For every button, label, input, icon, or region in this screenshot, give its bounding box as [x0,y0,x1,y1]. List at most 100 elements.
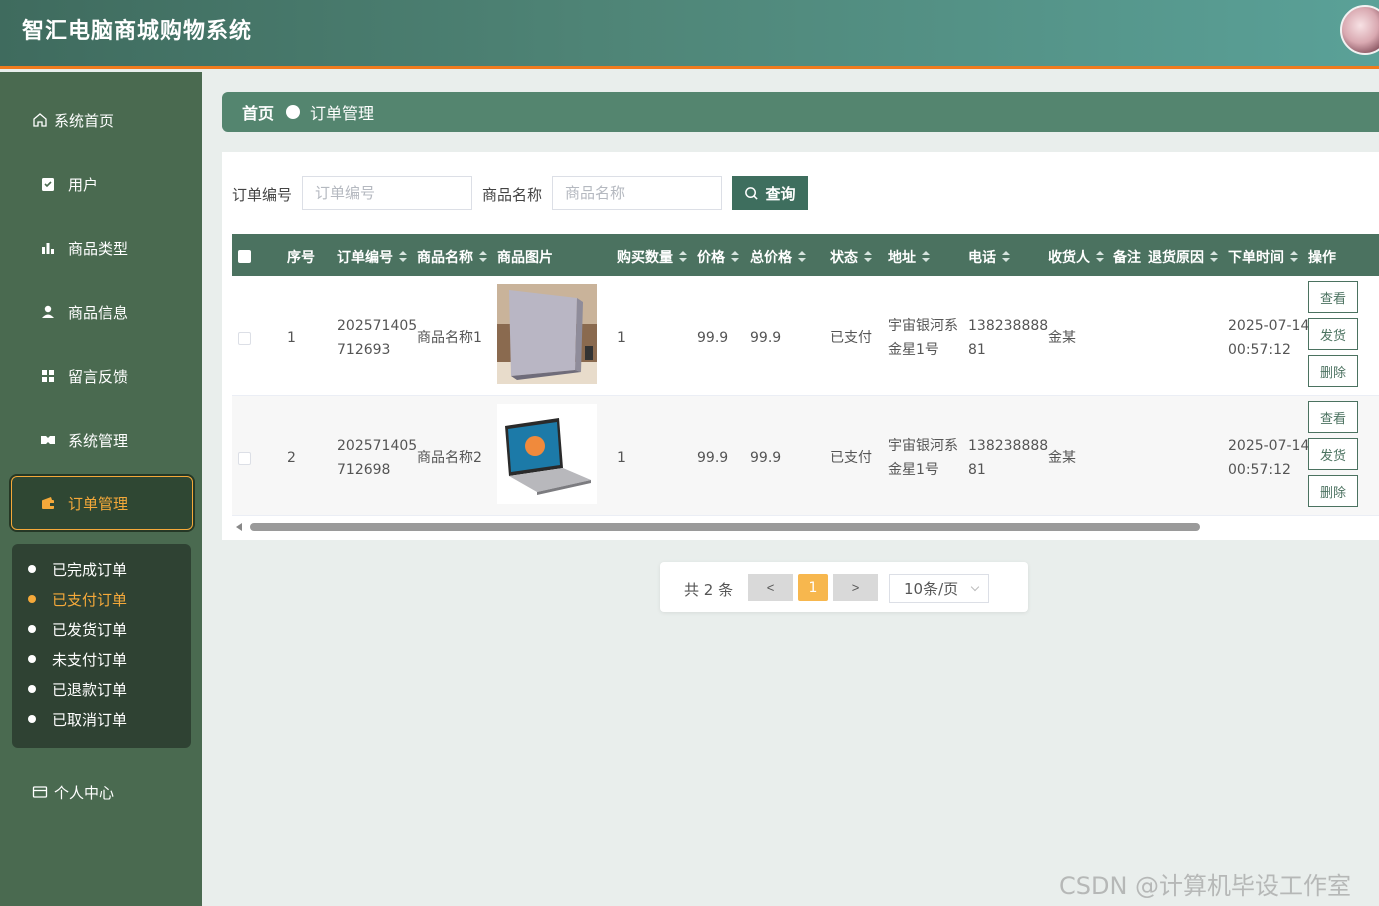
bullet-icon [28,595,36,603]
submenu-shipped-orders[interactable]: 已发货订单 [28,618,127,640]
pagination: 共 2 条 < 1 > 10条/页 [660,562,1028,612]
sidebar-item-label: 商品类型 [68,239,129,258]
sidebar-item-feedback[interactable]: 留言反馈 [0,356,202,396]
delete-button[interactable]: 删除 [1308,355,1358,387]
sidebar-item-label: 用户 [68,175,99,194]
cell-order-time: 2025-07-14 00:57:12 [1228,318,1310,358]
bullet-icon [28,565,36,573]
clipboard-icon [42,178,54,191]
chevron-down-icon [970,582,980,592]
cell-status: 已支付 [830,330,872,346]
cell-order-no: 202571405 712698 [337,438,418,478]
sort-icon [1002,251,1010,263]
submenu-cancelled-orders[interactable]: 已取消订单 [28,708,127,730]
row-checkbox[interactable] [238,452,251,465]
sort-icon [1096,251,1104,263]
bullet-icon [28,655,36,663]
search-button[interactable]: 查询 [732,176,808,210]
product-name-input[interactable] [552,176,722,210]
sidebar-item-label: 系统管理 [68,431,129,450]
sort-icon [1290,251,1298,263]
cell-receiver: 金某 [1048,330,1076,346]
total-count: 共 2 条 [684,581,734,599]
col-total[interactable]: 总价格 [750,247,806,267]
sidebar-item-profile[interactable]: 个人中心 [0,772,202,812]
cell-product-name: 商品名称2 [417,450,482,466]
col-return-reason[interactable]: 退货原因 [1148,247,1218,267]
cell-total: 99.9 [750,450,782,466]
sidebar-item-product-types[interactable]: 商品类型 [0,228,202,268]
sidebar-item-system[interactable]: 系统管理 [0,420,202,460]
col-address[interactable]: 地址 [888,247,930,267]
scrollbar-thumb[interactable] [250,523,1200,531]
col-status[interactable]: 状态 [830,247,872,267]
card-icon [32,786,48,798]
page-1-button[interactable]: 1 [798,574,828,601]
col-receiver[interactable]: 收货人 [1048,247,1104,267]
settings-icon [41,436,55,444]
submenu-refunded-orders[interactable]: 已退款订单 [28,678,127,700]
sidebar-item-products[interactable]: 商品信息 [0,292,202,332]
col-phone[interactable]: 电话 [968,247,1010,267]
page-size-select[interactable]: 10条/页 [889,574,989,603]
col-product-image: 商品图片 [497,250,553,266]
breadcrumb-current: 订单管理 [310,104,375,123]
prev-page-button[interactable]: < [748,574,793,601]
sort-icon [922,251,930,263]
sidebar-item-home[interactable]: 系统首页 [0,100,202,140]
submenu-completed-orders[interactable]: 已完成订单 [28,558,127,580]
user-icon [42,305,54,318]
orders-submenu: 已完成订单 已支付订单 已发货订单 未支付订单 已退款订单 已取消订单 [12,544,191,748]
cell-total: 99.9 [750,330,782,346]
table-row: 2 202571405 712698 商品名称2 1 99.9 99.9 已支付 … [232,396,1379,516]
avatar[interactable] [1340,5,1379,55]
cell-phone: 138238888 81 [968,318,1049,358]
cell-quantity: 1 [617,450,626,466]
cell-product-name: 商品名称1 [417,330,482,346]
cell-receiver: 金某 [1048,450,1076,466]
table-header: 序号 订单编号 商品名称 商品图片 购买数量 价格 总价格 状态 地址 电话 收… [232,234,1379,276]
sidebar-item-orders[interactable]: 订单管理 [11,476,193,530]
row-checkbox[interactable] [238,332,251,345]
ship-button[interactable]: 发货 [1308,318,1358,350]
product-image-laptop-open[interactable] [497,404,597,504]
bar-chart-icon [42,243,54,254]
search-icon [745,186,759,200]
col-product-name[interactable]: 商品名称 [417,247,487,267]
submenu-paid-orders[interactable]: 已支付订单 [28,588,127,610]
view-button[interactable]: 查看 [1308,401,1358,433]
col-actions: 操作 [1308,250,1336,266]
col-order-time[interactable]: 下单时间 [1228,247,1298,267]
select-all-checkbox[interactable] [238,250,251,263]
bullet-icon [28,685,36,693]
cell-phone: 138238888 81 [968,438,1049,478]
bullet-icon [28,715,36,723]
top-header: 智汇电脑商城购物系统 [0,0,1379,69]
col-price[interactable]: 价格 [697,247,739,267]
sort-icon [679,251,687,263]
scroll-left-icon[interactable] [236,523,242,531]
product-image-laptop-silver[interactable] [497,284,597,384]
breadcrumb: 首页 订单管理 [222,92,1379,132]
view-button[interactable]: 查看 [1308,281,1358,313]
breadcrumb-separator-icon [286,105,301,119]
col-quantity[interactable]: 购买数量 [617,247,687,267]
delete-button[interactable]: 删除 [1308,475,1358,507]
order-no-input[interactable] [302,176,472,210]
sort-icon [798,251,806,263]
breadcrumb-home[interactable]: 首页 [242,100,274,124]
cell-status: 已支付 [830,450,872,466]
submenu-unpaid-orders[interactable]: 未支付订单 [28,648,127,670]
col-order-no[interactable]: 订单编号 [337,247,407,267]
next-page-button[interactable]: > [833,574,878,601]
cell-address: 宇宙银河系 金星1号 [888,438,958,478]
sidebar-item-users[interactable]: 用户 [0,164,202,204]
sort-icon [399,251,407,263]
ship-button[interactable]: 发货 [1308,438,1358,470]
cell-price: 99.9 [697,330,729,346]
app-title: 智汇电脑商城购物系统 [22,19,253,44]
sort-icon [1210,251,1218,263]
cell-index: 1 [287,330,296,346]
horizontal-scrollbar[interactable] [232,520,1379,534]
wallet-icon [42,497,54,509]
